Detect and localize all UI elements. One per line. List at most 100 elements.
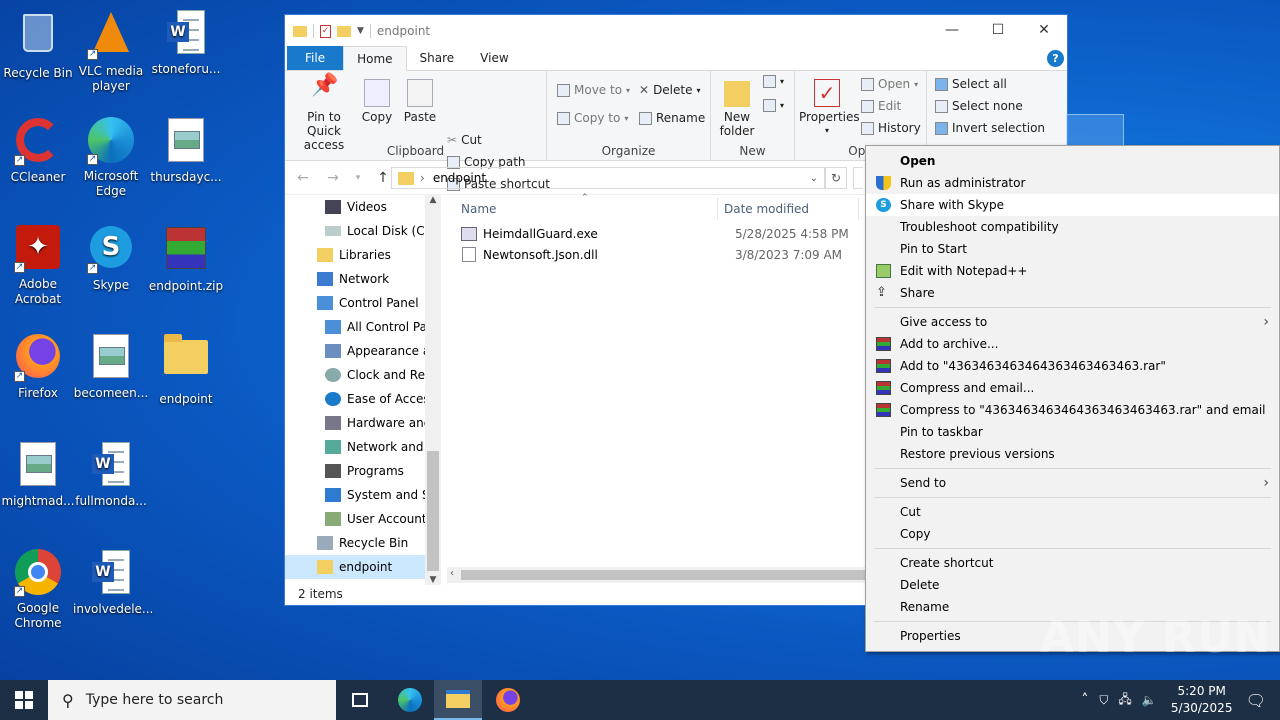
address-bar[interactable]: › endpoint ⌄ <box>391 167 825 189</box>
column-date-modified[interactable]: Date modified <box>718 202 858 216</box>
tree-item-system-security[interactable]: System and Sec <box>285 483 441 507</box>
desktop-icon-becomeen[interactable]: becomeen... <box>73 332 149 401</box>
recent-dropdown-icon[interactable]: ▾ <box>353 173 363 183</box>
tree-item-control-panel[interactable]: Control Panel <box>285 291 441 315</box>
scroll-left-icon[interactable]: ‹ <box>450 568 454 579</box>
copy-to-button[interactable]: Copy to ▾ <box>557 111 628 125</box>
tree-item-network[interactable]: Network <box>285 267 441 291</box>
forward-arrow-icon[interactable]: → <box>323 170 343 186</box>
desktop-icon-skype[interactable]: S ↗ Skype <box>73 224 149 293</box>
menu-item-edit-notepadpp[interactable]: Edit with Notepad++ <box>866 260 1279 282</box>
desktop-icon-involvedele[interactable]: W involvedele... <box>73 548 153 617</box>
delete-button[interactable]: ✕ Delete ▾ <box>639 83 701 97</box>
new-item-button[interactable]: ▾ <box>763 75 784 88</box>
menu-item-give-access[interactable]: Give access to › <box>866 311 1279 333</box>
close-icon[interactable]: ✕ <box>1021 15 1067 45</box>
menu-item-share-with-skype[interactable]: S Share with Skype <box>866 194 1279 216</box>
taskbar-edge[interactable] <box>386 680 434 720</box>
scroll-down-icon[interactable]: ▼ <box>425 575 441 585</box>
menu-item-create-shortcut[interactable]: Create shortcut <box>866 552 1279 574</box>
menu-item-compress-to-rar-email[interactable]: Compress to "4363463463464363463463463.r… <box>866 399 1279 421</box>
security-icon[interactable]: ⛉ <box>1094 693 1113 708</box>
address-dropdown-icon[interactable]: ⌄ <box>810 173 818 184</box>
taskbar-firefox[interactable] <box>484 680 532 720</box>
properties-button[interactable]: ✓ Properties ▾ <box>799 79 860 138</box>
minimize-icon[interactable]: — <box>929 15 975 45</box>
customize-dropdown-icon[interactable]: ▼ <box>357 26 364 36</box>
tree-item-libraries[interactable]: Libraries <box>285 243 441 267</box>
desktop-icon-firefox[interactable]: ↗ Firefox <box>0 332 76 401</box>
menu-item-send-to[interactable]: Send to › <box>866 472 1279 494</box>
desktop-icon-edge[interactable]: ↗ Microsoft Edge <box>73 116 149 199</box>
desktop-icon-chrome[interactable]: ↗ Google Chrome <box>0 548 76 631</box>
task-view-button[interactable] <box>336 680 384 720</box>
address-path[interactable]: endpoint <box>433 171 486 185</box>
tab-home[interactable]: Home <box>343 46 407 71</box>
easy-access-button[interactable]: ▾ <box>763 99 784 112</box>
show-hidden-icons-icon[interactable]: ˄ <box>1075 692 1094 708</box>
desktop-icon-endpoint-folder[interactable]: endpoint <box>148 332 224 407</box>
maximize-icon[interactable]: ☐ <box>975 15 1021 45</box>
navigation-scrollbar[interactable]: ▲ ▼ <box>425 195 441 585</box>
file-row[interactable]: Newtonsoft.Json.dll 3/8/2023 7:09 AM <box>455 244 875 265</box>
tree-item-programs[interactable]: Programs <box>285 459 441 483</box>
desktop-icon-vlc[interactable]: ↗ VLC media player <box>73 8 149 94</box>
tree-item-hardware[interactable]: Hardware and <box>285 411 441 435</box>
rename-button[interactable]: Rename <box>639 111 705 125</box>
select-all-button[interactable]: Select all <box>935 77 1007 91</box>
menu-item-compress-email[interactable]: Compress and email... <box>866 377 1279 399</box>
history-button[interactable]: History <box>861 121 921 135</box>
tree-item-network-internet[interactable]: Network and Ir <box>285 435 441 459</box>
copy-button[interactable]: Copy <box>361 79 393 124</box>
properties-icon[interactable]: ✓ <box>320 24 331 38</box>
menu-item-pin-to-start[interactable]: Pin to Start <box>866 238 1279 260</box>
new-folder-icon[interactable] <box>337 25 351 37</box>
paste-button[interactable]: Paste <box>403 79 437 124</box>
new-folder-button[interactable]: New folder <box>717 79 757 138</box>
menu-item-share[interactable]: ⇪ Share <box>866 282 1279 304</box>
menu-item-restore-previous[interactable]: Restore previous versions <box>866 443 1279 465</box>
desktop-icon-mightmad[interactable]: mightmad... <box>0 440 76 509</box>
tab-file[interactable]: File <box>287 46 344 70</box>
tree-item-appearance[interactable]: Appearance an <box>285 339 441 363</box>
network-icon[interactable]: 🖧 <box>1113 690 1136 711</box>
menu-item-add-to-rar[interactable]: Add to "4363463463464363463463463.rar" <box>866 355 1279 377</box>
taskbar-search[interactable]: ⚲ Type here to search <box>48 680 336 720</box>
refresh-icon[interactable]: ↻ <box>825 167 847 189</box>
invert-selection-button[interactable]: Invert selection <box>935 121 1045 135</box>
desktop-icon-recycle-bin[interactable]: Recycle Bin <box>0 8 76 81</box>
tab-share[interactable]: Share <box>407 46 468 70</box>
tree-item-ease-of-access[interactable]: Ease of Access <box>285 387 441 411</box>
menu-item-open[interactable]: Open <box>866 150 1279 172</box>
desktop-icon-ccleaner[interactable]: ↗ CCleaner <box>0 116 76 185</box>
open-button[interactable]: Open ▾ <box>861 77 918 91</box>
column-name[interactable]: Name <box>455 202 717 216</box>
desktop-icon-fullmonda[interactable]: W fullmonda... <box>73 440 149 509</box>
menu-item-cut[interactable]: Cut <box>866 501 1279 523</box>
volume-icon[interactable]: 🔈 <box>1137 693 1162 707</box>
move-to-button[interactable]: Move to ▾ <box>557 83 630 97</box>
tree-item-all-control-panel[interactable]: All Control Par <box>285 315 441 339</box>
help-icon[interactable]: ? <box>1047 50 1064 67</box>
file-row[interactable]: HeimdallGuard.exe 5/28/2025 4:58 PM <box>455 223 875 244</box>
desktop-icon-stoneforu[interactable]: W stoneforu... <box>148 8 224 77</box>
tree-item-recycle-bin[interactable]: Recycle Bin <box>285 531 441 555</box>
select-none-button[interactable]: Select none <box>935 99 1023 113</box>
tree-item-endpoint[interactable]: endpoint <box>285 555 441 579</box>
menu-item-copy[interactable]: Copy <box>866 523 1279 545</box>
scrollbar-thumb[interactable] <box>427 451 439 571</box>
taskbar-file-explorer[interactable] <box>434 680 482 720</box>
tree-item-videos[interactable]: Videos <box>285 195 441 219</box>
clock[interactable]: 5:20 PM 5/30/2025 <box>1170 683 1234 717</box>
desktop-icon-thursdayc[interactable]: thursdayc... <box>148 116 224 185</box>
search-box[interactable] <box>853 167 863 189</box>
breadcrumb-separator-icon[interactable]: › <box>420 171 425 185</box>
up-arrow-icon[interactable]: ↑ <box>373 170 393 186</box>
start-button[interactable] <box>0 680 48 720</box>
edit-button[interactable]: Edit <box>861 99 901 113</box>
desktop-icon-acrobat[interactable]: ✦ ↗ Adobe Acrobat <box>0 224 76 307</box>
menu-item-add-to-archive[interactable]: Add to archive... <box>866 333 1279 355</box>
menu-item-delete[interactable]: Delete <box>866 574 1279 596</box>
file-list-horizontal-scrollbar[interactable]: ‹ <box>447 567 867 583</box>
scrollbar-thumb[interactable] <box>461 570 866 580</box>
